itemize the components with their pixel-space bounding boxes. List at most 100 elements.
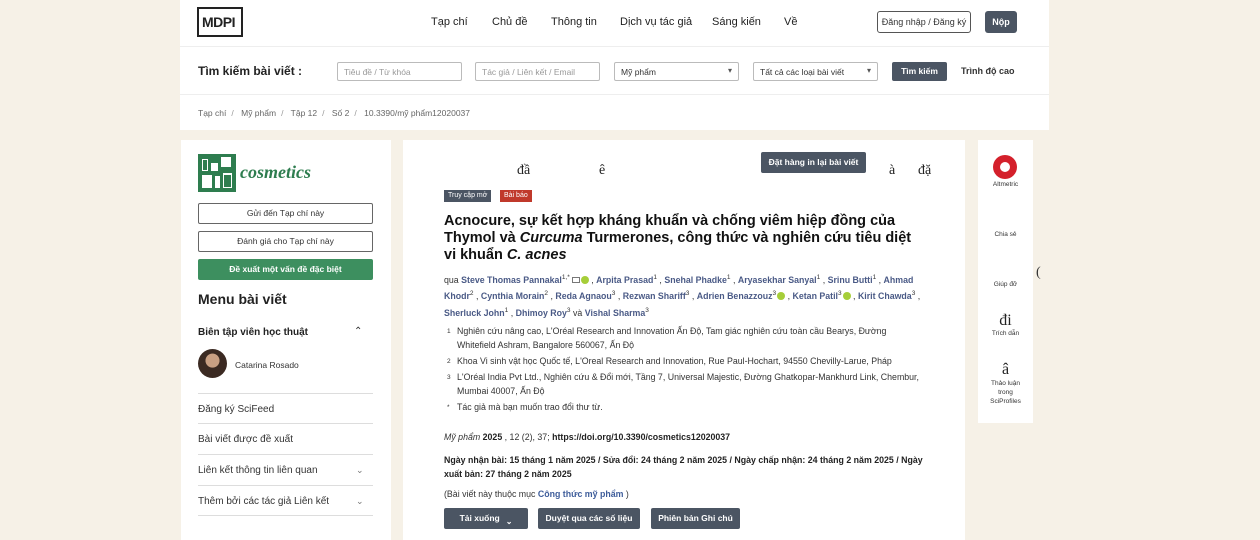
submit-button[interactable]: Nộp [985, 11, 1017, 33]
propose-special-issue-button[interactable]: Đề xuất một vấn đề đặc biệt [198, 259, 373, 280]
chevron-down-icon: ▾ [866, 66, 871, 75]
author-name[interactable]: Snehal Phadke [664, 275, 727, 285]
chevron-down-icon: ▾ [727, 66, 732, 75]
publication-dates: Ngày nhận bài: 15 tháng 1 năm 2025 / Sửa… [444, 455, 923, 479]
breadcrumb-issue[interactable]: Số 2 [332, 108, 350, 118]
sidebar-item-recommended[interactable]: Bài viết được đề xuất [198, 434, 293, 445]
author-name[interactable]: Dhimoy Roy [516, 308, 567, 318]
nav-journals[interactable]: Tạp chí [431, 16, 468, 28]
breadcrumb-doi: 10.3390/mỹ phẩm12020037 [364, 108, 471, 118]
cite-label[interactable]: Trích dẫn [978, 329, 1033, 338]
login-button[interactable]: Đăng nhập / Đăng ký [877, 11, 971, 33]
author-name[interactable]: Reda Agnaou [555, 291, 611, 301]
section-note: (Bài viết này thuộc mục Công thức mỹ phẩ… [444, 489, 629, 499]
affiliation-2: 2 Khoa Vi sinh vật học Quốc tế, L'Oreal R… [447, 356, 892, 366]
author-name[interactable]: Ketan Patil [793, 291, 838, 301]
sidebar-item-related-info[interactable]: Liên kết thông tin liên quan [198, 465, 318, 476]
divider [198, 485, 373, 486]
chevron-up-icon[interactable]: ⌃ [354, 326, 362, 337]
title-keyword-input[interactable]: Tiêu đề / Từ khóa [337, 62, 462, 81]
journal-select[interactable]: Mỹ phẩm ▾ [614, 62, 739, 81]
advanced-search-link[interactable]: Trình độ cao [961, 66, 1015, 76]
garbled-text: ê [599, 163, 606, 178]
affiliation-3: 3 L'Oréal India Pvt Ltd., Nghiên cứu & Đổ… [447, 372, 919, 396]
nav-information[interactable]: Thông tin [551, 16, 597, 28]
help-label[interactable]: Giúp đỡ [978, 280, 1033, 289]
article-type-badge: Bài báo [500, 190, 532, 202]
academic-editor-heading[interactable]: Biên tập viên học thuật [198, 327, 308, 338]
discuss-icon[interactable]: â [978, 361, 1033, 379]
author-name[interactable]: Arpita Prasad [596, 275, 653, 285]
chevron-down-icon[interactable]: ⌄ [356, 496, 364, 507]
and-label: và [573, 307, 583, 318]
versions-notes-button[interactable]: Phiên bản Ghi chú [651, 508, 740, 529]
orcid-icon[interactable] [580, 275, 589, 284]
edge-glyph: ( [1036, 265, 1041, 280]
author-name[interactable]: Rezwan Shariff [623, 291, 686, 301]
author-name[interactable]: Cynthia Morain [481, 291, 545, 301]
breadcrumb-bar: Tạp chí / Mỹ phẩm / Tập 12/ Số 2/ 10.3390/… [180, 94, 1049, 130]
breadcrumb: Tạp chí / Mỹ phẩm / Tập 12/ Số 2/ 10.3390/… [198, 108, 471, 118]
author-name[interactable]: Sherluck John [444, 308, 505, 318]
orcid-icon[interactable] [777, 292, 786, 301]
nav-topics[interactable]: Chủ đề [492, 16, 527, 28]
author-name[interactable]: Kirit Chawda [858, 291, 912, 301]
altmetric-label[interactable]: Altmetric [978, 180, 1033, 189]
author-name[interactable]: Srinu Butti [828, 275, 873, 285]
garbled-text: đặ [918, 163, 932, 178]
browse-figures-button[interactable]: Duyệt qua các số liệu [538, 508, 640, 529]
download-button[interactable]: Tải xuống ⌄ [444, 508, 528, 529]
article-menu-title: Menu bài viết [198, 291, 287, 307]
author-name[interactable]: Aryasekhar Sanyal [738, 275, 817, 285]
altmetric-icon[interactable] [993, 155, 1017, 179]
cite-icon[interactable]: đi [978, 312, 1033, 330]
search-bar: Tìm kiếm bài viết : Tiêu đề / Từ khóa Tá… [180, 46, 1049, 94]
right-tools-rail: Altmetric Chia sẻ Giúp đỡ đi Trích dẫn â… [978, 140, 1033, 423]
article-title: Acnocure, sự kết hợp kháng khuẩn và chốn… [444, 213, 912, 263]
author-name[interactable]: Steve Thomas Pannakal [461, 275, 562, 285]
affiliation-1: 1 Nghiên cứu nâng cao, L'Oréal Research a… [447, 326, 887, 350]
citation-line: Mỹ phẩm 2025 , 12 (2), 37; https://doi.o… [444, 432, 731, 442]
author-list: qua Steve Thomas Pannakal1,* , Arpita Pr… [444, 274, 921, 318]
breadcrumb-journals[interactable]: Tạp chí [198, 108, 226, 118]
nav-author-services[interactable]: Dịch vụ tác giả [620, 16, 692, 28]
chevron-down-icon[interactable]: ⌄ [356, 465, 364, 476]
divider [198, 454, 373, 455]
search-button[interactable]: Tìm kiếm [892, 62, 947, 81]
divider [198, 515, 373, 516]
discuss-label[interactable]: Thảo luận trong SciProfiles [978, 379, 1033, 406]
article-sidebar: cosmetics Gửi đến Tạp chí này Đánh giá c… [181, 140, 391, 540]
nav-initiatives[interactable]: Sáng kiến [712, 16, 761, 28]
journal-name[interactable]: cosmetics [240, 162, 311, 183]
editor-name[interactable]: Catarina Rosado [235, 360, 299, 370]
by-label: qua [444, 274, 459, 285]
nav-about[interactable]: Về [784, 16, 797, 28]
top-header: MDPI Tạp chí Chủ đề Thông tin Dịch vụ tá… [180, 0, 1049, 46]
author-input[interactable]: Tác giả / Liên kết / Email [475, 62, 600, 81]
submit-to-journal-button[interactable]: Gửi đến Tạp chí này [198, 203, 373, 224]
review-for-journal-button[interactable]: Đánh giá cho Tạp chí này [198, 231, 373, 252]
garbled-text: đầ [517, 163, 531, 178]
share-label[interactable]: Chia sẻ [978, 230, 1033, 239]
garbled-text: à [889, 163, 896, 178]
doi-link[interactable]: https://doi.org/10.3390/cosmetics1202003… [552, 432, 730, 442]
section-link[interactable]: Công thức mỹ phẩm [538, 489, 624, 499]
breadcrumb-volume[interactable]: Tập 12 [291, 108, 317, 118]
journal-select-value: Mỹ phẩm [621, 67, 656, 77]
cosmetics-journal-logo[interactable] [198, 154, 236, 192]
article-type-select[interactable]: Tất cả các loại bài viết ▾ [753, 62, 878, 81]
sidebar-item-more-by-authors[interactable]: Thêm bởi các tác giả Liên kết [198, 496, 329, 507]
orcid-icon[interactable] [842, 292, 851, 301]
affiliation-corresponding: * Tác giả mà bạn muốn trao đổi thư từ. [447, 402, 603, 412]
mdpi-logo[interactable]: MDPI [197, 7, 243, 37]
divider [198, 423, 373, 424]
chevron-down-icon: ⌄ [505, 517, 513, 526]
logo-text: MDPI [202, 14, 236, 30]
article-type-value: Tất cả các loại bài viết [760, 67, 845, 77]
author-name[interactable]: Adrien Benazzouz [697, 291, 773, 301]
email-icon[interactable] [571, 276, 580, 283]
sidebar-item-scifeed[interactable]: Đăng ký SciFeed [198, 404, 274, 415]
breadcrumb-cosmetics[interactable]: Mỹ phẩm [241, 108, 276, 118]
order-reprints-button[interactable]: Đặt hàng in lại bài viết [761, 152, 866, 173]
author-name[interactable]: Vishal Sharma [585, 308, 645, 318]
